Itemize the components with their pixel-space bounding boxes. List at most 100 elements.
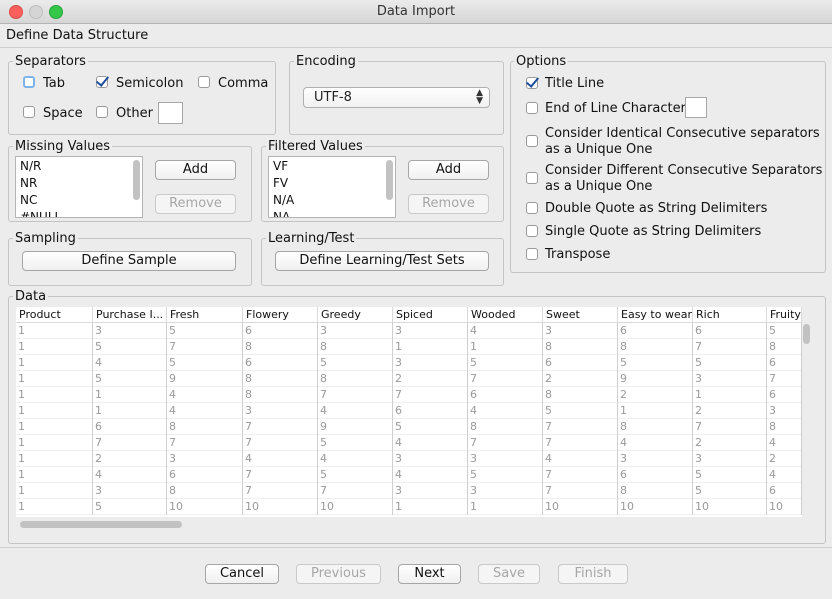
list-item[interactable]: N/A (273, 193, 294, 208)
table-cell[interactable]: 7 (167, 339, 243, 355)
table-cell[interactable]: 7 (693, 339, 767, 355)
table-cell[interactable]: 4 (393, 467, 468, 483)
transpose-checkbox[interactable] (526, 248, 538, 260)
list-item[interactable]: NR (20, 176, 37, 191)
table-cell[interactable]: 1 (16, 483, 93, 499)
table-cell[interactable]: 1 (16, 467, 93, 483)
table-cell[interactable]: 7 (167, 435, 243, 451)
table-cell[interactable]: 8 (618, 339, 693, 355)
column-header[interactable]: Easy to wear (618, 307, 693, 323)
table-cell[interactable]: 7 (243, 435, 318, 451)
table-cell[interactable]: 8 (618, 483, 693, 499)
other-separator-input[interactable] (158, 102, 183, 124)
data-horizontal-scrollbar[interactable] (20, 521, 182, 528)
table-cell[interactable]: 1 (16, 387, 93, 403)
table-cell[interactable]: 10 (318, 499, 393, 515)
table-cell[interactable]: 8 (543, 387, 618, 403)
table-cell[interactable]: 1 (16, 355, 93, 371)
column-header[interactable]: Fruity (767, 307, 802, 323)
title-bar[interactable]: Data Import (0, 0, 832, 24)
table-cell[interactable]: 1 (16, 339, 93, 355)
table-cell[interactable]: 2 (618, 387, 693, 403)
table-cell[interactable]: 4 (243, 451, 318, 467)
table-cell[interactable]: 8 (243, 339, 318, 355)
table-cell[interactable]: 4 (167, 403, 243, 419)
table-cell[interactable]: 10 (243, 499, 318, 515)
table-cell[interactable]: 1 (16, 323, 93, 339)
table-cell[interactable]: 4 (318, 403, 393, 419)
list-item[interactable]: FV (273, 176, 288, 191)
table-cell[interactable]: 5 (468, 467, 543, 483)
table-cell[interactable]: 8 (767, 339, 802, 355)
table-cell[interactable]: 3 (318, 323, 393, 339)
table-cell[interactable]: 4 (393, 435, 468, 451)
table-cell[interactable]: 6 (767, 387, 802, 403)
table-cell[interactable]: 2 (93, 451, 167, 467)
table-cell[interactable]: 1 (618, 403, 693, 419)
filtered-values-scrollbar[interactable] (386, 160, 393, 200)
data-vertical-scrollbar[interactable] (803, 324, 810, 344)
table-cell[interactable]: 1 (93, 387, 167, 403)
table-cell[interactable]: 7 (243, 483, 318, 499)
table-cell[interactable]: 7 (318, 483, 393, 499)
space-checkbox[interactable] (23, 106, 35, 118)
title-line-checkbox[interactable] (526, 77, 538, 89)
encoding-select[interactable]: UTF-8 ▲ ▼ (303, 87, 490, 108)
table-cell[interactable]: 1 (16, 403, 93, 419)
cancel-button[interactable]: Cancel (205, 564, 279, 584)
table-cell[interactable]: 8 (468, 419, 543, 435)
column-header[interactable]: Greedy (318, 307, 393, 323)
table-cell[interactable]: 9 (167, 371, 243, 387)
column-header[interactable]: Product (16, 307, 93, 323)
table-cell[interactable]: 5 (167, 323, 243, 339)
table-cell[interactable]: 3 (618, 451, 693, 467)
table-cell[interactable]: 7 (318, 387, 393, 403)
table-cell[interactable]: 1 (393, 339, 468, 355)
table-cell[interactable]: 8 (243, 387, 318, 403)
eol-checkbox[interactable] (526, 102, 538, 114)
list-item[interactable]: NA (273, 210, 290, 217)
table-cell[interactable]: 5 (767, 323, 802, 339)
table-cell[interactable]: 5 (318, 435, 393, 451)
table-cell[interactable]: 8 (618, 419, 693, 435)
table-cell[interactable]: 6 (543, 355, 618, 371)
table-cell[interactable]: 3 (167, 451, 243, 467)
table-cell[interactable]: 4 (767, 435, 802, 451)
table-cell[interactable]: 1 (16, 451, 93, 467)
table-cell[interactable]: 4 (618, 435, 693, 451)
list-item[interactable]: #NULL (20, 210, 61, 217)
table-cell[interactable]: 2 (767, 451, 802, 467)
table-cell[interactable]: 8 (167, 419, 243, 435)
table-cell[interactable]: 1 (468, 339, 543, 355)
table-cell[interactable]: 5 (393, 419, 468, 435)
table-cell[interactable]: 3 (543, 323, 618, 339)
table-cell[interactable]: 2 (693, 403, 767, 419)
column-header[interactable]: Sweet (543, 307, 618, 323)
data-table[interactable]: Product Purchase I... Fresh Flowery Greedy Sp… (16, 307, 802, 517)
table-cell[interactable]: 6 (618, 323, 693, 339)
table-cell[interactable]: 8 (243, 371, 318, 387)
table-cell[interactable]: 2 (393, 371, 468, 387)
define-learning-test-button[interactable]: Define Learning/Test Sets (275, 251, 489, 271)
table-cell[interactable]: 7 (243, 419, 318, 435)
next-button[interactable]: Next (398, 564, 461, 584)
table-cell[interactable]: 3 (693, 451, 767, 467)
table-cell[interactable]: 3 (693, 371, 767, 387)
table-cell[interactable]: 7 (543, 467, 618, 483)
table-cell[interactable]: 4 (93, 467, 167, 483)
table-cell[interactable]: 9 (318, 419, 393, 435)
finish-button[interactable]: Finish (558, 564, 628, 584)
table-cell[interactable]: 1 (16, 419, 93, 435)
table-cell[interactable]: 6 (468, 387, 543, 403)
table-cell[interactable]: 2 (693, 435, 767, 451)
table-cell[interactable]: 7 (543, 419, 618, 435)
table-cell[interactable]: 5 (167, 355, 243, 371)
missing-remove-button[interactable]: Remove (155, 194, 236, 214)
semicolon-checkbox[interactable] (96, 76, 108, 88)
table-cell[interactable]: 7 (93, 435, 167, 451)
comma-checkbox[interactable] (198, 76, 210, 88)
table-cell[interactable]: 4 (167, 387, 243, 403)
table-cell[interactable]: 10 (618, 499, 693, 515)
table-cell[interactable]: 9 (618, 371, 693, 387)
table-cell[interactable]: 5 (318, 467, 393, 483)
